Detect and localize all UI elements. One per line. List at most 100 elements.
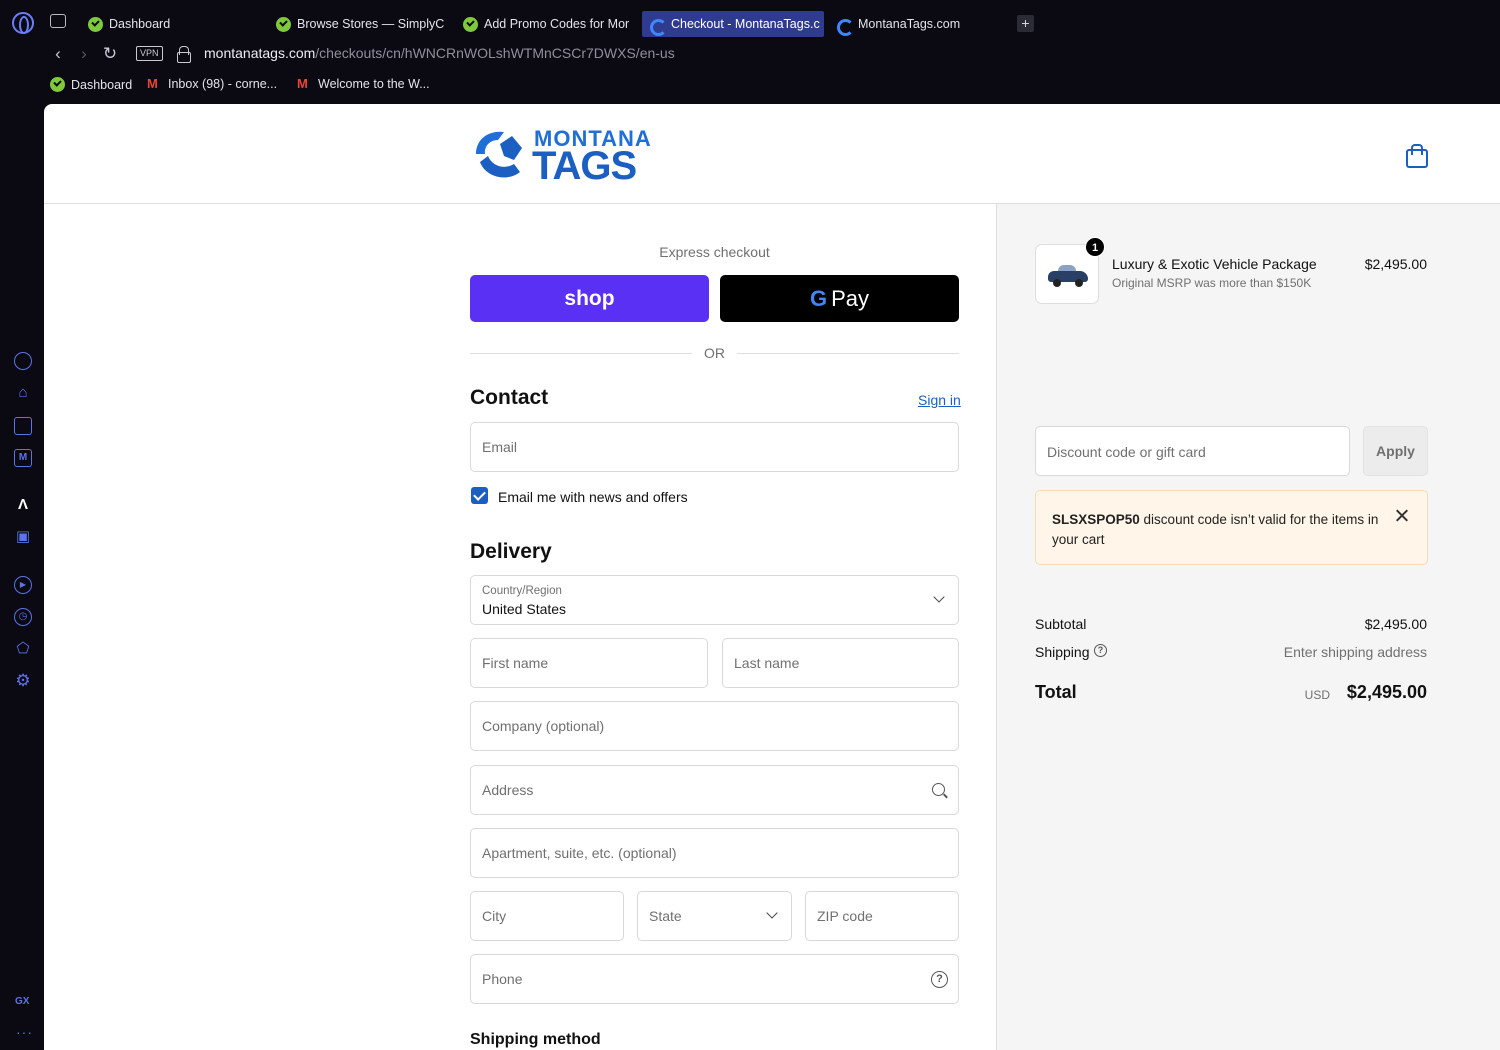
zip-placeholder: ZIP code [817, 908, 873, 924]
lock-icon[interactable] [177, 46, 191, 63]
bookmarks-bar: Dashboard Inbox (98) - corne... Welcome … [0, 74, 1500, 98]
tab-browse-stores[interactable]: Browse Stores — SimplyC [268, 11, 448, 37]
discount-placeholder: Discount code or gift card [1047, 444, 1206, 460]
quantity-badge: 1 [1085, 237, 1105, 257]
country-value: United States [482, 601, 567, 617]
tab-bar: Dashboard Browse Stores — SimplyC Add Pr… [0, 2, 1500, 42]
delivery-title: Delivery [470, 540, 552, 563]
aria-icon[interactable]: Ʌ [14, 496, 32, 514]
vpn-badge[interactable]: VPN [136, 46, 163, 61]
gamepad-icon[interactable] [50, 14, 66, 28]
tab-label: Dashboard [109, 17, 171, 31]
tab-label: Browse Stores — SimplyC [297, 17, 445, 31]
extensions-icon[interactable]: ⬠ [14, 640, 32, 658]
tab-label: Add Promo Codes for Mor [484, 17, 630, 31]
messenger-icon[interactable]: M [14, 449, 32, 467]
help-icon[interactable]: ? [931, 971, 948, 988]
gpay-label: Pay [831, 286, 870, 311]
discount-error-alert: SLSXSPOP50 discount code isn’t valid for… [1035, 490, 1428, 565]
google-g-icon: G [809, 286, 828, 311]
total-currency: USD [1304, 688, 1330, 702]
order-summary: 1 Luxury & Exotic Vehicle Package Origin… [996, 204, 1500, 1050]
apartment-placeholder: Apartment, suite, etc. (optional) [482, 845, 677, 861]
shipping-value: Enter shipping address [1283, 644, 1427, 660]
url-field[interactable]: montanatags.com/checkouts/cn/hWNCRnWOLsh… [204, 45, 675, 61]
total-label: Total [1035, 682, 1077, 702]
chevron-down-icon [766, 907, 778, 919]
bookmark-inbox[interactable]: Inbox (98) - corne... [147, 76, 277, 92]
montana-tags-icon [650, 17, 667, 36]
shopping-bag-icon[interactable]: ⌂ [14, 384, 32, 402]
discount-code-field[interactable]: Discount code or gift card [1035, 426, 1350, 476]
alert-text: SLSXSPOP50 discount code isn’t valid for… [1052, 510, 1382, 550]
search-icon [932, 783, 945, 796]
tab-label: MontanaTags.com [858, 17, 961, 31]
back-icon[interactable]: ‹ [49, 45, 67, 63]
address-field[interactable]: Address [470, 765, 959, 815]
phone-field[interactable]: Phone ? [470, 954, 959, 1004]
car-image [1048, 265, 1088, 287]
gmail-icon [297, 76, 312, 91]
close-icon[interactable] [1394, 508, 1410, 524]
more-icon[interactable]: ··· [16, 1024, 33, 1040]
sign-in-link[interactable]: Sign in [918, 392, 961, 408]
forward-icon[interactable]: › [75, 45, 93, 63]
tab-checkout-montanatags[interactable]: Checkout - MontanaTags.c [642, 11, 824, 37]
or-divider: OR [470, 344, 959, 362]
speed-dial-icon[interactable] [14, 352, 32, 370]
apply-discount-button[interactable]: Apply [1363, 426, 1428, 476]
phone-placeholder: Phone [482, 971, 523, 987]
google-pay-button[interactable]: G Pay [720, 275, 959, 322]
total-value: $2,495.00 [1346, 682, 1427, 702]
twitch-icon[interactable]: ▣ [14, 528, 32, 546]
company-field[interactable]: Company (optional) [470, 701, 959, 751]
shipping-method-title: Shipping method [470, 1031, 601, 1048]
green-check-icon [276, 16, 291, 32]
email-placeholder: Email [482, 439, 518, 455]
opera-logo-icon[interactable] [12, 12, 34, 34]
green-check-icon [88, 16, 103, 32]
settings-gear-icon[interactable]: ⚙ [14, 672, 32, 690]
news-checkbox-label: Email me with news and offers [498, 489, 688, 505]
last-name-placeholder: Last name [734, 655, 800, 671]
gx-corner-icon[interactable] [14, 417, 32, 435]
gmail-icon [147, 76, 162, 91]
zip-field[interactable]: ZIP code [805, 891, 959, 941]
company-placeholder: Company (optional) [482, 718, 605, 734]
gx-label[interactable]: GX [15, 996, 29, 1007]
tab-montanatags[interactable]: MontanaTags.com [829, 11, 1009, 37]
country-select[interactable]: Country/Region United States [470, 575, 959, 625]
shipping-help-icon[interactable]: ? [1094, 644, 1107, 657]
shop-pay-button[interactable]: shop [470, 275, 709, 322]
city-placeholder: City [482, 908, 507, 924]
address-bar: ‹ › ↻ VPN montanatags.com/checkouts/cn/h… [0, 42, 1500, 68]
bookmark-label: Welcome to the W... [318, 77, 430, 91]
montana-tags-logo[interactable]: MONTANA TAGS [470, 124, 660, 188]
alert-code: SLSXSPOP50 [1052, 512, 1140, 527]
city-field[interactable]: City [470, 891, 624, 941]
email-field[interactable]: Email [470, 422, 959, 472]
history-icon[interactable]: ◷ [14, 608, 32, 626]
tab-dashboard[interactable]: Dashboard [80, 11, 260, 37]
site-header: MONTANA TAGS [44, 104, 1500, 204]
news-checkbox[interactable] [471, 487, 488, 504]
first-name-field[interactable]: First name [470, 638, 708, 688]
product-price: $2,495.00 [1364, 256, 1427, 272]
browser-chrome: Dashboard Browse Stores — SimplyC Add Pr… [0, 0, 1500, 104]
shipping-label: Shipping [1035, 644, 1090, 660]
new-tab-button[interactable]: + [1017, 15, 1034, 32]
tab-add-promo-codes[interactable]: Add Promo Codes for Mor [455, 11, 635, 37]
apartment-field[interactable]: Apartment, suite, etc. (optional) [470, 828, 959, 878]
tab-label: Checkout - MontanaTags.c [671, 17, 820, 31]
address-placeholder: Address [482, 782, 534, 798]
checkout-page: MONTANA TAGS Express checkout shop G Pay … [44, 104, 1500, 1050]
state-select[interactable]: State [637, 891, 792, 941]
country-label: Country/Region [482, 585, 562, 597]
reload-icon[interactable]: ↻ [101, 45, 119, 63]
bookmark-welcome[interactable]: Welcome to the W... [297, 76, 430, 92]
last-name-field[interactable]: Last name [722, 638, 959, 688]
shopping-bag-icon[interactable] [1406, 144, 1428, 168]
subtotal-value: $2,495.00 [1364, 616, 1427, 632]
player-icon[interactable]: ▶ [14, 576, 32, 594]
bookmark-dashboard[interactable]: Dashboard [50, 77, 132, 92]
